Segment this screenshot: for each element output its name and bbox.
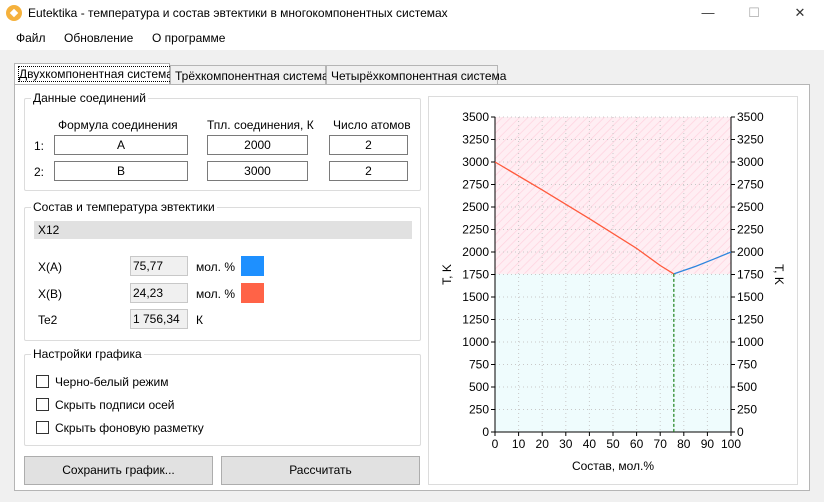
- y-tick-label-left: 1500: [462, 290, 489, 304]
- calculate-button[interactable]: Рассчитать: [221, 456, 420, 485]
- y-tick-label-left: 500: [469, 380, 489, 394]
- x-tick-label: 90: [701, 437, 715, 451]
- hide-axis-labels-label[interactable]: Скрыть подписи осей: [55, 398, 175, 412]
- y-axis-label-right: T, K: [772, 264, 786, 285]
- bw-mode-label[interactable]: Черно-белый режим: [55, 375, 169, 389]
- hide-axis-labels-checkbox[interactable]: [36, 398, 49, 411]
- y-tick-label-left: 2250: [462, 223, 489, 237]
- system-name-bar: X12: [34, 221, 412, 239]
- x-tick-label: 10: [512, 437, 526, 451]
- tab-label: Двухкомпонентная система: [18, 66, 174, 82]
- liquid-region-hatch: [495, 117, 731, 274]
- y-tick-label-left: 3250: [462, 133, 489, 147]
- row-index-1: 1:: [34, 139, 45, 153]
- y-tick-label-right: 3250: [737, 133, 764, 147]
- xa-label: X(A): [38, 260, 62, 274]
- menu-update[interactable]: Обновление: [64, 31, 133, 45]
- y-tick-label-right: 1250: [737, 313, 764, 327]
- y-tick-label-right: 2000: [737, 245, 764, 259]
- x-tick-label: 20: [536, 437, 550, 451]
- y-axis-label: T, K: [440, 264, 454, 285]
- x-tick-label: 40: [583, 437, 597, 451]
- x-tick-label: 100: [721, 437, 741, 451]
- y-tick-label-left: 3500: [462, 110, 489, 124]
- y-tick-label-right: 1000: [737, 335, 764, 349]
- x-tick-label: 60: [630, 437, 644, 451]
- atoms-input-2[interactable]: 2: [329, 161, 408, 181]
- y-tick-label-right: 250: [737, 403, 757, 417]
- xa-value: 75,77: [130, 256, 188, 276]
- te-label: Te2: [38, 313, 58, 327]
- atoms-header: Число атомов: [333, 118, 411, 132]
- melting-point-input-1[interactable]: 2000: [207, 135, 308, 155]
- tab-two-component[interactable]: Двухкомпонентная система: [14, 63, 174, 85]
- x-tick-label: 30: [559, 437, 573, 451]
- y-tick-label-right: 750: [737, 358, 757, 372]
- x-tick-label: 80: [677, 437, 691, 451]
- app-logo-icon: [6, 5, 22, 21]
- xa-unit: мол. %: [196, 260, 235, 274]
- eutectic-group-title: Состав и температура эвтектики: [31, 200, 217, 214]
- y-tick-label-right: 500: [737, 380, 757, 394]
- formula-input-1[interactable]: A: [54, 135, 188, 155]
- menu-about[interactable]: О программе: [152, 31, 225, 45]
- chart-frame: 0 0 250 250 500 500 750 750 1000 1000 1250 1250 1500…: [428, 96, 798, 485]
- menu-file[interactable]: Файл: [16, 31, 46, 45]
- close-button[interactable]: ✕: [777, 0, 823, 26]
- y-tick-label-left: 0: [482, 425, 489, 439]
- color-swatch-b[interactable]: [241, 283, 264, 303]
- y-tick-label-left: 3000: [462, 155, 489, 169]
- xb-label: X(B): [38, 287, 62, 301]
- y-tick-label-right: 1750: [737, 268, 764, 282]
- y-tick-label-left: 1750: [462, 268, 489, 282]
- tab-four-component[interactable]: Четырёхкомпонентная система: [326, 65, 506, 85]
- y-tick-label-right: 2750: [737, 178, 764, 192]
- y-tick-label-left: 1000: [462, 335, 489, 349]
- te-value: 1 756,34: [130, 309, 188, 329]
- formula-input-2[interactable]: B: [54, 161, 188, 181]
- tab-label: Четырёхкомпонентная система: [331, 69, 507, 83]
- formula-header: Формула соединения: [58, 118, 178, 132]
- minimize-button[interactable]: —: [685, 0, 731, 26]
- y-tick-label-left: 250: [469, 403, 489, 417]
- tab-label: Трёхкомпонентная система: [175, 69, 329, 83]
- y-tick-label-left: 1250: [462, 313, 489, 327]
- maximize-button[interactable]: ☐: [731, 0, 777, 26]
- y-tick-label-left: 2500: [462, 200, 489, 214]
- hide-background-grid-checkbox[interactable]: [36, 421, 49, 434]
- tab-three-component[interactable]: Трёхкомпонентная система: [170, 65, 329, 85]
- te-unit: К: [196, 313, 203, 327]
- y-tick-label-right: 2250: [737, 223, 764, 237]
- plot-settings-group-title: Настройки графика: [31, 347, 144, 361]
- y-tick-label-right: 1500: [737, 290, 764, 304]
- y-tick-label-right: 2500: [737, 200, 764, 214]
- compounds-group-title: Данные соединений: [31, 91, 148, 105]
- menu-bar: Файл Обновление О программе: [0, 26, 824, 50]
- y-tick-label-right: 3000: [737, 155, 764, 169]
- hide-background-grid-label[interactable]: Скрыть фоновую разметку: [55, 421, 204, 435]
- xb-value: 24,23: [130, 283, 188, 303]
- x-axis-label: Состав, мол.%: [572, 459, 654, 473]
- melting-point-input-2[interactable]: 3000: [207, 161, 308, 181]
- x-tick-label: 70: [654, 437, 668, 451]
- bw-mode-checkbox[interactable]: [36, 375, 49, 388]
- color-swatch-a[interactable]: [241, 256, 264, 276]
- melting-point-header: Тпл. соединения, К: [207, 118, 314, 132]
- phase-diagram-chart: 0 0 250 250 500 500 750 750 1000 1000 1250 1250 1500…: [440, 110, 786, 473]
- y-tick-label-left: 2750: [462, 178, 489, 192]
- y-tick-label-left: 2000: [462, 245, 489, 259]
- x-tick-label: 0: [492, 437, 499, 451]
- title-bar: Eutektika - температура и состав эвтекти…: [0, 0, 824, 26]
- atoms-input-1[interactable]: 2: [329, 135, 408, 155]
- row-index-2: 2:: [34, 165, 45, 179]
- y-tick-label-right: 3500: [737, 110, 764, 124]
- save-chart-button[interactable]: Сохранить график...: [24, 456, 213, 485]
- xb-unit: мол. %: [196, 287, 235, 301]
- x-tick-label: 50: [606, 437, 620, 451]
- window-title: Eutektika - температура и состав эвтекти…: [28, 6, 448, 20]
- y-tick-label-left: 750: [469, 358, 489, 372]
